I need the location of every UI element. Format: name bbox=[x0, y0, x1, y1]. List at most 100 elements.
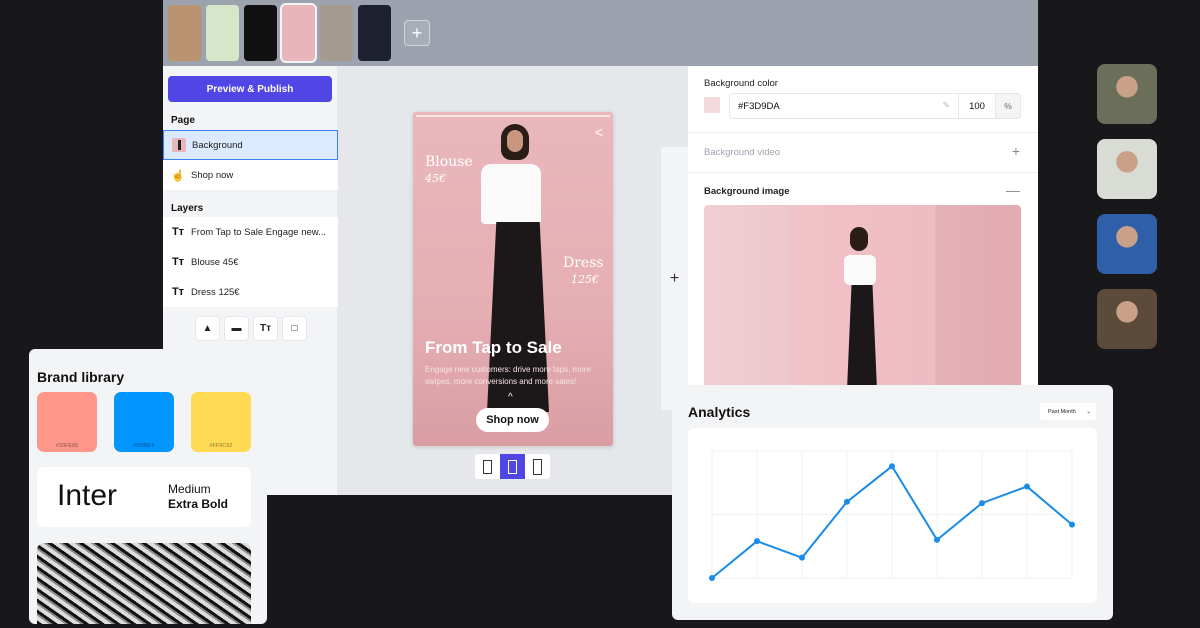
analytics-title: Analytics bbox=[688, 404, 751, 420]
brand-library-title: Brand library bbox=[37, 369, 125, 385]
thumb-razor[interactable] bbox=[358, 5, 391, 61]
thumb-black-bottle[interactable] bbox=[244, 5, 277, 61]
data-point[interactable] bbox=[1024, 483, 1030, 490]
image-thumb-icon bbox=[172, 138, 186, 152]
bg-image-preview[interactable] bbox=[704, 205, 1021, 395]
brand-color-swatch[interactable]: #33FE85 bbox=[37, 392, 97, 452]
blouse-tag-name[interactable]: Blouse bbox=[425, 154, 473, 170]
page-section-label: Page bbox=[171, 115, 195, 126]
shape-tool-icon[interactable]: □ bbox=[282, 316, 307, 341]
page-item-label: Shop now bbox=[191, 169, 234, 181]
date-range-select[interactable]: Past Month ⌄ bbox=[1040, 403, 1096, 420]
model-face bbox=[507, 130, 523, 152]
analytics-chart bbox=[688, 428, 1097, 603]
data-point[interactable] bbox=[934, 536, 940, 543]
video-tool-icon[interactable]: ▬ bbox=[224, 316, 249, 341]
data-point[interactable] bbox=[979, 500, 985, 507]
device-small-icon[interactable] bbox=[475, 454, 500, 479]
bg-color-label: Background color bbox=[704, 78, 778, 89]
bg-color-swatch[interactable] bbox=[704, 97, 720, 113]
layer-label: From Tap to Sale Engage new... bbox=[191, 226, 327, 238]
add-bg-video-icon[interactable]: + bbox=[1012, 143, 1020, 159]
thumb-fashion-woman[interactable] bbox=[280, 3, 317, 63]
device-large-icon[interactable] bbox=[525, 454, 550, 479]
swatch-hex: #0095FF bbox=[132, 443, 155, 449]
data-point[interactable] bbox=[709, 575, 715, 581]
thumb-sunscreen[interactable] bbox=[206, 5, 239, 61]
story-canvas: < Blouse 45€ Dress 125€ From Tap to Sale… bbox=[338, 66, 688, 495]
swatch-hex: #33FE85 bbox=[55, 443, 79, 449]
divider bbox=[688, 132, 1038, 133]
story-subtitle: Engage new customers: drive more taps, m… bbox=[425, 365, 591, 386]
story-progress-bar bbox=[416, 115, 610, 117]
collapse-bg-image-icon[interactable]: — bbox=[1006, 182, 1020, 198]
model-blouse bbox=[481, 164, 541, 224]
brand-color-swatch[interactable]: #0095FF bbox=[114, 392, 174, 452]
bg-video-label: Background video bbox=[704, 147, 781, 158]
font-weight-extrabold: Extra Bold bbox=[168, 497, 229, 511]
opacity-input[interactable]: 100 bbox=[958, 93, 996, 119]
text-icon: Tт bbox=[171, 226, 185, 238]
analytics-card: Analytics Past Month ⌄ bbox=[672, 385, 1113, 620]
avatar-man-glasses[interactable] bbox=[1097, 64, 1157, 124]
add-slide-button[interactable]: + bbox=[660, 146, 688, 411]
thumb-brown-bottle[interactable] bbox=[320, 5, 353, 61]
page-item-shop-now[interactable]: ☝ Shop now bbox=[163, 160, 338, 190]
thumb-box-product[interactable] bbox=[168, 5, 201, 61]
brand-image-pattern[interactable] bbox=[37, 543, 251, 624]
preview-model-dress bbox=[847, 285, 877, 390]
swipe-up-icon: ^ bbox=[508, 392, 513, 403]
text-icon: Tт bbox=[171, 256, 185, 268]
layers-section-label: Layers bbox=[171, 203, 204, 214]
page-item-background[interactable]: Background bbox=[163, 130, 338, 160]
shop-now-button[interactable]: Shop now bbox=[476, 408, 549, 432]
preview-model-head bbox=[850, 227, 868, 251]
device-medium-icon[interactable] bbox=[500, 454, 525, 479]
layer-item-dress[interactable]: Tт Dress 125€ bbox=[163, 277, 338, 307]
bg-color-value: #F3D9DA bbox=[738, 100, 780, 112]
story-preview[interactable]: < Blouse 45€ Dress 125€ From Tap to Sale… bbox=[413, 112, 613, 446]
avatar-man-blue-jacket[interactable] bbox=[1097, 214, 1157, 274]
preview-publish-button[interactable]: Preview & Publish bbox=[168, 76, 332, 102]
story-thumbnail-bar: + bbox=[163, 0, 1038, 66]
layer-item-headline[interactable]: Tт From Tap to Sale Engage new... bbox=[163, 217, 338, 247]
data-point[interactable] bbox=[844, 498, 850, 505]
avatar-woman-smiling[interactable] bbox=[1097, 139, 1157, 199]
text-icon: Tт bbox=[171, 286, 185, 298]
layer-label: Dress 125€ bbox=[191, 286, 240, 298]
data-point[interactable] bbox=[799, 554, 805, 561]
data-point[interactable] bbox=[1069, 521, 1075, 528]
opacity-unit: % bbox=[995, 93, 1021, 119]
avatar-young-man[interactable] bbox=[1097, 289, 1157, 349]
chevron-down-icon: ⌄ bbox=[1086, 408, 1091, 415]
divider bbox=[688, 172, 1038, 173]
data-point[interactable] bbox=[754, 538, 760, 545]
share-icon[interactable]: < bbox=[595, 124, 603, 140]
text-tool-icon[interactable]: Tт bbox=[253, 316, 278, 341]
date-range-label: Past Month bbox=[1048, 408, 1076, 415]
bg-image-label: Background image bbox=[704, 186, 790, 197]
line-chart-svg bbox=[709, 450, 1075, 581]
font-name: Inter bbox=[57, 479, 118, 512]
dress-tag-price: 125€ bbox=[571, 273, 599, 286]
bg-color-input[interactable]: #F3D9DA ✎ bbox=[729, 93, 959, 119]
brand-font-card[interactable]: Inter Medium Extra Bold bbox=[37, 467, 251, 527]
eyedropper-icon[interactable]: ✎ bbox=[942, 100, 950, 111]
device-size-toggle bbox=[475, 454, 550, 479]
brand-color-swatch[interactable]: #FF9C92 bbox=[191, 392, 251, 452]
blouse-tag-price: 45€ bbox=[425, 172, 446, 185]
swatch-hex: #FF9C92 bbox=[209, 443, 233, 449]
preview-model-blouse bbox=[844, 255, 876, 285]
add-element-toolbar: ▲ ▬ Tт □ bbox=[195, 316, 307, 341]
dress-tag-name[interactable]: Dress bbox=[563, 255, 604, 271]
story-headline: From Tap to Sale bbox=[425, 338, 562, 357]
page-item-label: Background bbox=[192, 139, 243, 151]
tap-hand-icon: ☝ bbox=[171, 169, 185, 182]
brand-library-card: Brand library #33FE85 #0095FF #FF9C92 In… bbox=[29, 349, 267, 624]
layer-label: Blouse 45€ bbox=[191, 256, 239, 268]
layer-item-blouse[interactable]: Tт Blouse 45€ bbox=[163, 247, 338, 277]
add-story-button[interactable]: + bbox=[404, 20, 430, 46]
image-tool-icon[interactable]: ▲ bbox=[195, 316, 220, 341]
font-weight-medium: Medium bbox=[168, 482, 211, 496]
data-point[interactable] bbox=[889, 463, 895, 470]
